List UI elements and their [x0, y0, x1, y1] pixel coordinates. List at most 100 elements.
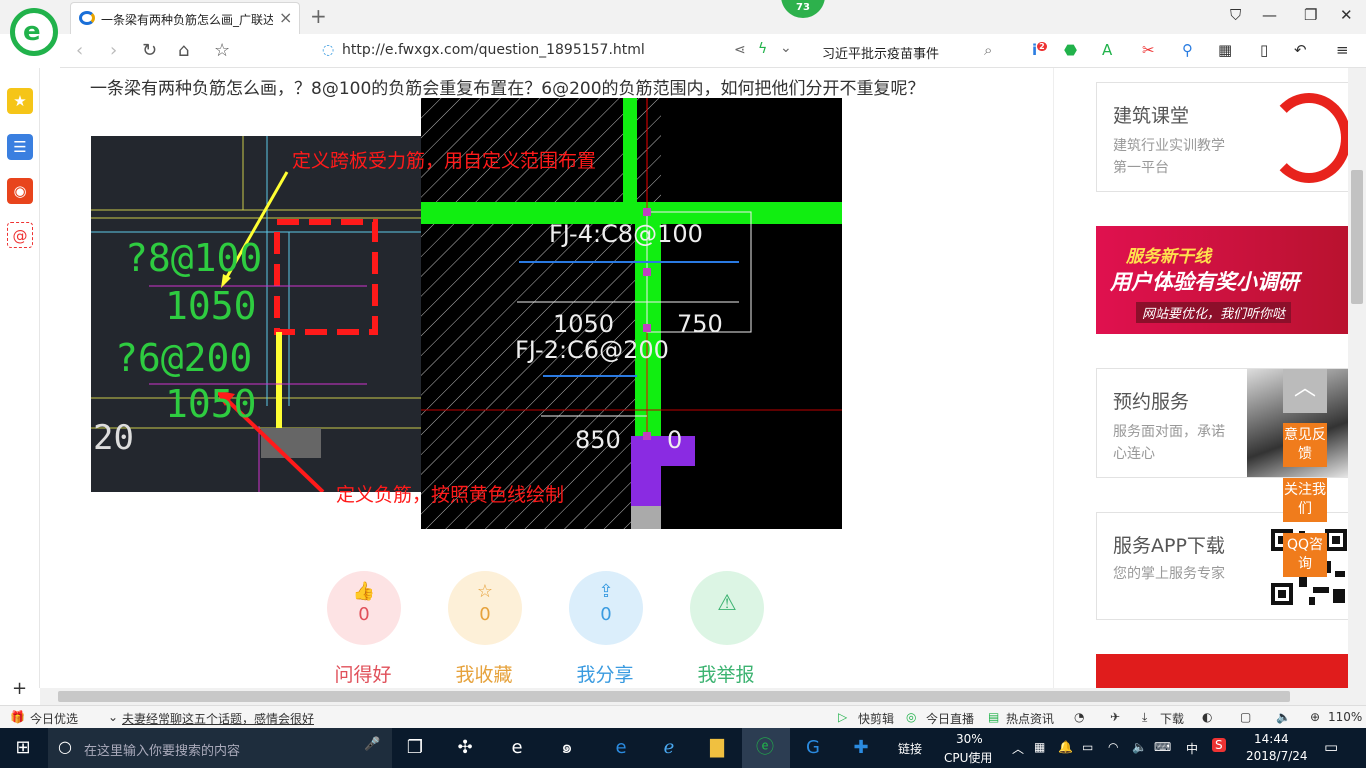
speed-icon[interactable]: ◔ — [1074, 710, 1084, 724]
bottom-promo-banner[interactable] — [1096, 654, 1354, 688]
search-text[interactable]: 习近平批示疫苗事件 — [822, 43, 939, 62]
card-app-download-subtitle: 您的掌上服务专家 — [1113, 566, 1225, 582]
card-building-class[interactable]: 建筑课堂 建筑行业实训教学第一平台 — [1096, 82, 1354, 192]
horizontal-scroll-thumb[interactable] — [58, 691, 1290, 702]
weibo-icon[interactable]: ◉ — [7, 178, 33, 204]
report-label[interactable]: 我举报 — [676, 660, 776, 687]
chevron-down-icon[interactable]: ⌄ — [780, 40, 792, 56]
vertical-scrollbar[interactable] — [1348, 68, 1366, 688]
microphone-icon[interactable]: 🎤 — [364, 737, 380, 752]
translate-icon[interactable]: A — [1102, 41, 1112, 59]
undo-icon[interactable]: ↶ — [1294, 41, 1307, 59]
add-sidebar-icon[interactable]: + — [12, 678, 27, 699]
tab-close-button[interactable]: × — [279, 8, 292, 27]
clock-time[interactable]: 14:44 — [1254, 732, 1289, 746]
task-view-icon[interactable]: ❐ — [402, 736, 428, 760]
url-bar[interactable]: ◌ http://e.fwxgx.com/question_1895157.ht… — [316, 38, 866, 64]
magnifier-icon[interactable]: ⚲ — [1182, 41, 1193, 59]
browser-tab[interactable]: 一条梁有两种负筋怎么画_广联达 × — [70, 2, 300, 34]
menu-icon[interactable]: ≡ — [1336, 41, 1349, 59]
clock-date[interactable]: 2018/7/24 — [1246, 749, 1308, 763]
windows-start-icon[interactable]: ⊞ — [10, 736, 36, 760]
battery-icon[interactable]: ▭ — [1082, 740, 1093, 754]
lightning-icon[interactable]: ϟ — [758, 41, 767, 57]
ime-indicator[interactable]: 中 — [1186, 740, 1198, 757]
volume-icon[interactable]: 🔈 — [1276, 710, 1291, 724]
share-icon[interactable]: ⋖ — [734, 42, 746, 58]
edge-icon[interactable]: e — [608, 736, 634, 760]
notification-bell-icon[interactable]: 🔔 — [1058, 740, 1073, 754]
ie-mode-icon[interactable]: ◐ — [1202, 710, 1212, 724]
swirl-app-icon[interactable]: ๑ — [554, 736, 580, 760]
apps-icon[interactable]: ▦ — [1218, 41, 1232, 59]
favorites-star-icon[interactable]: ★ — [7, 88, 33, 114]
follow-us-button[interactable]: 关注我们 — [1283, 478, 1327, 522]
favorite-star-button[interactable]: ☆ — [214, 40, 230, 61]
url-text[interactable]: http://e.fwxgx.com/question_1895157.html — [342, 42, 645, 58]
refresh-button[interactable]: ↻ — [142, 40, 157, 61]
share-label[interactable]: 我分享 — [555, 660, 655, 687]
sogou-icon[interactable]: S — [1212, 738, 1226, 752]
download-button[interactable]: 下载 — [1160, 710, 1184, 727]
vertical-scroll-thumb[interactable] — [1351, 170, 1363, 304]
reading-list-icon[interactable]: ☰ — [7, 134, 33, 160]
taskbar-search[interactable]: ○ 在这里输入你要搜索的内容 🎤 — [48, 728, 392, 768]
restore-button[interactable]: ❐ — [1304, 6, 1317, 24]
fan-app-icon[interactable]: ✣ — [452, 736, 478, 760]
card-appointment-subtitle: 服务面对面，承诺心连心 — [1113, 424, 1225, 462]
collect-button[interactable]: ☆ 0 — [448, 571, 522, 645]
forward-button[interactable]: › — [110, 40, 117, 61]
keyboard-icon[interactable]: ⌨ — [1154, 740, 1171, 754]
action-center-icon[interactable]: ▭ — [1324, 738, 1338, 756]
share-button[interactable]: ⇪ 0 — [569, 571, 643, 645]
tray-app-icon[interactable]: ▦ — [1034, 740, 1045, 754]
internet-explorer-icon[interactable]: ℯ — [656, 736, 682, 760]
zoom-icon: ⊕ — [1310, 710, 1321, 724]
home-button[interactable]: ⌂ — [178, 40, 189, 61]
ie-browser-icon[interactable]: e — [504, 736, 530, 760]
links-toolbar[interactable]: 链接 — [898, 740, 922, 757]
close-window-button[interactable]: ✕ — [1340, 6, 1353, 24]
tray-expand-icon[interactable]: ︿ — [1012, 740, 1024, 757]
feedback-button[interactable]: 意见反馈 — [1283, 423, 1327, 467]
back-button[interactable]: ‹ — [76, 40, 83, 61]
window-icon[interactable]: ▢ — [1240, 710, 1251, 724]
taskbar-search-placeholder[interactable]: 在这里输入你要搜索的内容 — [84, 740, 240, 759]
back-to-top-button[interactable]: ︿ — [1283, 369, 1327, 413]
plugin-icon[interactable]: i2 — [1032, 41, 1047, 59]
card-building-class-subtitle: 建筑行业实训教学第一平台 — [1113, 138, 1225, 176]
speaker-icon[interactable]: 🔈 — [1132, 740, 1147, 754]
report-button[interactable]: ⚠ — [690, 571, 764, 645]
mail-icon[interactable]: @ — [7, 222, 33, 248]
good-question-label[interactable]: 问得好 — [313, 660, 413, 687]
live-button[interactable]: 今日直播 — [926, 710, 974, 727]
qq-icon[interactable]: ✚ — [848, 736, 874, 760]
tools-icon[interactable]: ✈ — [1110, 710, 1120, 724]
collect-label[interactable]: 我收藏 — [434, 660, 534, 687]
gift-icon: 🎁 — [10, 710, 25, 724]
shirt-icon[interactable]: ⛉ — [1230, 6, 1241, 24]
new-tab-button[interactable]: + — [310, 4, 327, 28]
site-info-icon[interactable]: ◌ — [322, 42, 334, 58]
survey-banner[interactable]: 服务新干线 用户体验有奖小调研 网站要优化，我们听你哒 — [1096, 226, 1354, 334]
reader-icon[interactable]: ▯ — [1260, 41, 1268, 59]
zoom-level[interactable]: 110% — [1328, 710, 1362, 724]
minimize-button[interactable]: — — [1262, 6, 1277, 24]
file-explorer-icon[interactable]: ▇ — [704, 736, 730, 760]
search-box[interactable]: 习近平批示疫苗事件 ⌕ — [814, 38, 1028, 64]
qq-consult-button[interactable]: QQ咨询 — [1283, 533, 1327, 577]
scissors-icon[interactable]: ✂ — [1142, 41, 1155, 59]
search-icon[interactable]: ⌕ — [984, 41, 992, 59]
glodon-icon[interactable]: G — [800, 736, 826, 760]
headline-link[interactable]: 夫妻经常聊这五个话题，感情会很好 — [122, 710, 314, 727]
question-title: 一条梁有两种负筋怎么画，？8@100的负筋会重复布置在？6@200的负筋范围内，… — [90, 79, 925, 99]
today-pick-link[interactable]: 今日优选 — [30, 710, 78, 727]
quick-clip-button[interactable]: 快剪辑 — [858, 710, 894, 727]
card-building-class-title: 建筑课堂 — [1113, 105, 1190, 127]
good-question-button[interactable]: 👍 0 — [327, 571, 401, 645]
shield-icon[interactable]: ⬣ — [1064, 41, 1077, 59]
wifi-icon[interactable]: ◠ — [1108, 740, 1118, 754]
hot-news-button[interactable]: 热点资讯 — [1006, 710, 1054, 727]
browser-taskbar-icon[interactable]: ⓔ — [752, 736, 778, 760]
browser-logo[interactable]: e — [10, 8, 58, 56]
